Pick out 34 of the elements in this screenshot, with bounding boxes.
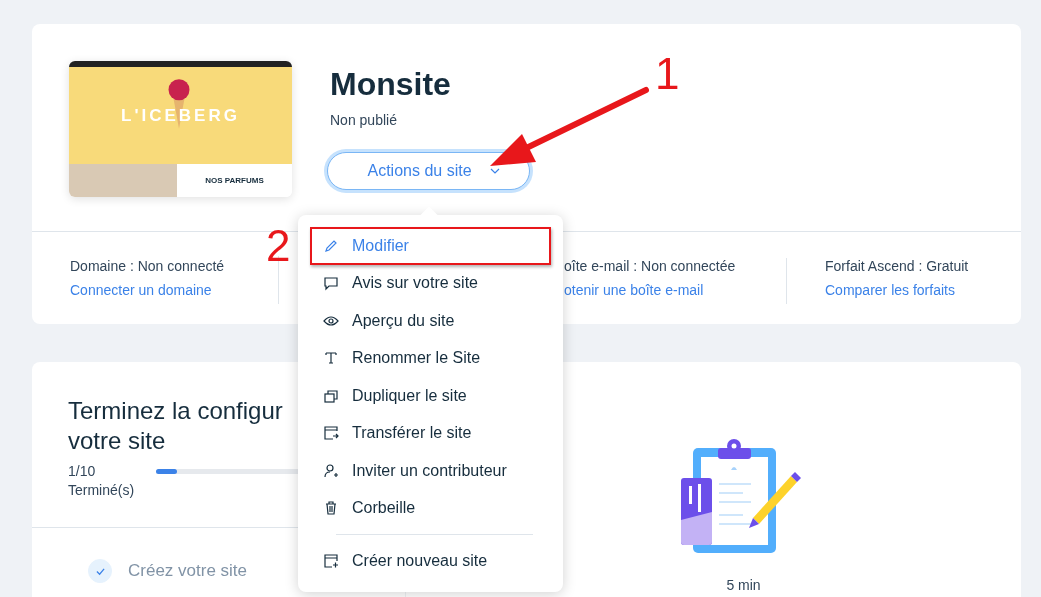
site-name: Monsite bbox=[330, 65, 451, 104]
preview-headline: L'ICEBERG bbox=[121, 105, 240, 126]
site-status: Non publié bbox=[330, 112, 397, 128]
info-link[interactable]: Connecter un domaine bbox=[70, 282, 278, 298]
window-plus-icon bbox=[323, 552, 339, 569]
annotation-number: 1 bbox=[655, 52, 680, 96]
menu-item[interactable]: Dupliquer le site bbox=[310, 377, 551, 415]
progress-count: 1/10 bbox=[68, 462, 97, 481]
text-icon bbox=[323, 350, 339, 367]
info-label: Forfait Ascend : Gratuit bbox=[825, 258, 969, 274]
menu-item[interactable]: Avis sur votre site bbox=[310, 264, 551, 302]
window-arrow-icon bbox=[323, 425, 339, 442]
speech-bubble-icon bbox=[323, 275, 339, 292]
site-actions-button[interactable]: Actions du site bbox=[327, 152, 530, 190]
preview-section-title: NOS PARFUMS bbox=[205, 176, 264, 185]
info-link[interactable]: otenir une boîte e-mail bbox=[564, 282, 786, 298]
trash-icon bbox=[323, 500, 339, 517]
menu-item[interactable]: Aperçu du site bbox=[310, 302, 551, 340]
menu-item[interactable]: Renommer le Site bbox=[310, 339, 551, 377]
annotation-number: 2 bbox=[266, 224, 291, 268]
menu-item[interactable]: Modifier bbox=[310, 227, 551, 265]
person-plus-icon bbox=[323, 462, 339, 479]
menu-item[interactable]: Inviter un contributeur bbox=[310, 452, 551, 490]
duplicate-icon bbox=[323, 387, 339, 404]
menu-item[interactable]: Transférer le site bbox=[310, 414, 551, 452]
info-label: oîte e-mail : Non connectée bbox=[564, 258, 737, 274]
menu-item[interactable]: Corbeille bbox=[310, 489, 551, 527]
menu-item[interactable]: Créer nouveau site bbox=[310, 542, 551, 580]
chevron-down-icon bbox=[489, 168, 500, 174]
info-label: Domaine : Non connecté bbox=[70, 258, 226, 274]
progress-label: Terminé(s) bbox=[68, 481, 136, 500]
info-link[interactable]: Comparer les forfaits bbox=[825, 282, 969, 298]
setup-title: Terminez la configur votre site bbox=[68, 396, 283, 456]
duration-label: 5 min bbox=[726, 577, 761, 593]
